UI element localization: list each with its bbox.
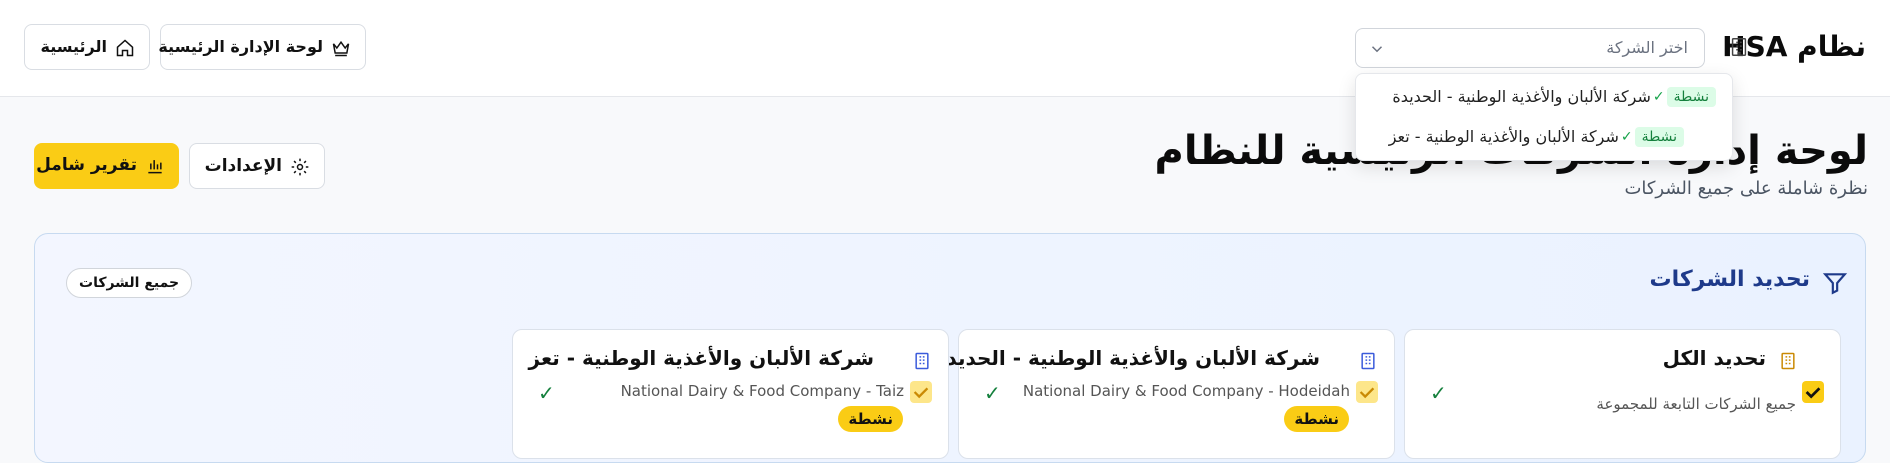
report-button-label: تقرير شامل bbox=[36, 155, 137, 175]
check-icon: ✓ bbox=[984, 381, 1001, 405]
crown-icon bbox=[332, 40, 350, 57]
report-button[interactable]: تقرير شامل bbox=[34, 143, 179, 189]
panel-title: تحديد الشركات bbox=[1649, 267, 1811, 292]
filter-icon bbox=[1822, 273, 1848, 295]
checkbox-check-icon bbox=[1805, 387, 1821, 399]
checkbox-check-icon bbox=[1359, 387, 1375, 399]
gear-icon bbox=[291, 158, 309, 176]
check-icon: ✓ bbox=[1652, 88, 1665, 105]
company-dropdown-menu: نشطة✓شركة الألبان والأغذية الوطنية - الح… bbox=[1355, 73, 1733, 161]
building-icon bbox=[915, 352, 929, 370]
select-all-card[interactable]: تحديد الكل جميع الشركات التابعة للمجموعة… bbox=[1404, 329, 1841, 459]
company-card-hodeidah[interactable]: شركة الألبان والأغذية الوطنية - الحديدة … bbox=[935, 329, 1395, 459]
company-checkbox[interactable] bbox=[1356, 381, 1378, 403]
status-badge: نشطة bbox=[838, 406, 903, 432]
company-card-taiz[interactable]: شركة الألبان والأغذية الوطنية - تعز Nati… bbox=[512, 329, 949, 459]
settings-button[interactable]: الإعدادات bbox=[189, 143, 325, 189]
card-name: شركة الألبان والأغذية الوطنية - تعز bbox=[528, 346, 874, 370]
option-label: شركة الألبان والأغذية الوطنية - الحديدة bbox=[1392, 87, 1651, 106]
all-companies-pill[interactable]: جميع الشركات bbox=[66, 268, 193, 298]
bar-chart-icon bbox=[148, 160, 162, 174]
home-button[interactable]: الرئيسية bbox=[24, 24, 150, 70]
dashboard-button-label: لوحة الإدارة الرئيسية bbox=[158, 37, 323, 56]
home-icon bbox=[116, 39, 134, 57]
card-subtitle: جميع الشركات التابعة للمجموعة bbox=[1596, 395, 1796, 413]
checkbox-check-icon bbox=[913, 387, 929, 399]
company-select-placeholder: اختر الشركة bbox=[1606, 38, 1688, 57]
card-name: تحديد الكل bbox=[1662, 346, 1766, 370]
buildings-icon bbox=[1781, 352, 1795, 370]
dashboard-button[interactable]: لوحة الإدارة الرئيسية bbox=[158, 24, 366, 70]
building-icon bbox=[1731, 38, 1747, 56]
company-checkbox[interactable] bbox=[910, 381, 932, 403]
page-subtitle: نظرة شاملة على جميع الشركات bbox=[1624, 178, 1868, 199]
chevron-down-icon bbox=[1371, 46, 1383, 53]
settings-button-label: الإعدادات bbox=[204, 156, 282, 176]
status-badge: نشطة bbox=[1284, 406, 1349, 432]
company-select[interactable]: اختر الشركة bbox=[1355, 28, 1705, 68]
option-label: شركة الألبان والأغذية الوطنية - تعز bbox=[1388, 127, 1619, 146]
dropdown-option[interactable]: نشطة✓شركة الألبان والأغذية الوطنية - تعز bbox=[1389, 126, 1684, 154]
card-name: شركة الألبان والأغذية الوطنية - الحديدة bbox=[934, 346, 1320, 370]
status-badge: نشطة bbox=[1634, 126, 1684, 147]
dropdown-option[interactable]: نشطة✓شركة الألبان والأغذية الوطنية - الح… bbox=[1392, 86, 1716, 114]
card-subtitle: National Dairy & Food Company - Hodeidah bbox=[1022, 382, 1350, 400]
card-subtitle: National Dairy & Food Company - Taiz bbox=[620, 382, 904, 400]
home-button-label: الرئيسية bbox=[40, 37, 108, 56]
building-icon bbox=[1361, 352, 1375, 370]
check-icon: ✓ bbox=[538, 381, 555, 405]
status-badge: نشطة bbox=[1666, 86, 1716, 107]
check-icon: ✓ bbox=[1620, 128, 1633, 145]
check-icon: ✓ bbox=[1430, 381, 1447, 405]
select-all-checkbox[interactable] bbox=[1802, 381, 1824, 403]
